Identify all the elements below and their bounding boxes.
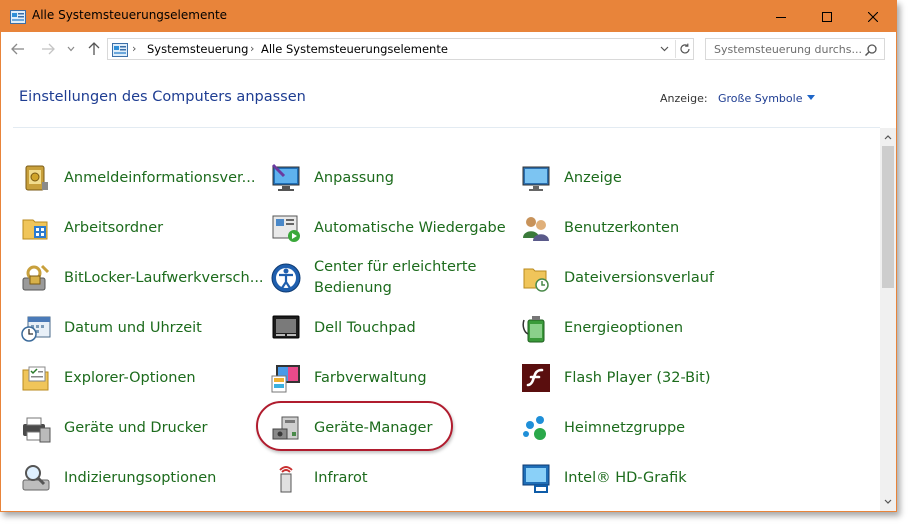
chevron-down-icon bbox=[660, 46, 668, 52]
minimize-icon bbox=[776, 16, 786, 18]
item-label: Datum und Uhrzeit bbox=[64, 319, 202, 336]
explorer-options-icon bbox=[22, 366, 49, 391]
item-label-line2: Bedienung bbox=[314, 280, 392, 296]
item-label: Farbverwaltung bbox=[314, 369, 427, 386]
search-box[interactable] bbox=[705, 38, 885, 60]
item-label: Heimnetzgruppe bbox=[564, 419, 686, 436]
up-button[interactable] bbox=[85, 40, 103, 58]
refresh-icon bbox=[680, 43, 690, 54]
forward-button[interactable] bbox=[39, 40, 57, 58]
maximize-icon bbox=[822, 11, 832, 22]
file-history-icon bbox=[523, 268, 549, 292]
devices-printers-icon bbox=[23, 417, 51, 443]
item-label: Dell Touchpad bbox=[314, 319, 416, 336]
close-button[interactable] bbox=[850, 1, 896, 32]
search-icon[interactable] bbox=[864, 42, 878, 61]
header-divider bbox=[13, 127, 880, 128]
address-history-button[interactable] bbox=[657, 41, 671, 57]
highlight-annotation bbox=[256, 401, 453, 451]
chevron-down-icon bbox=[67, 46, 75, 52]
infrared-icon bbox=[279, 466, 293, 493]
color-management-icon bbox=[271, 365, 300, 393]
breadcrumb-separator[interactable]: › bbox=[250, 42, 254, 55]
address-bar[interactable]: › Systemsteuerung › Alle Systemsteuerung… bbox=[107, 38, 694, 60]
item-label: Explorer-Optionen bbox=[64, 369, 196, 386]
scroll-down-button[interactable] bbox=[880, 493, 896, 509]
forward-arrow-icon bbox=[42, 43, 55, 55]
window-title: Alle Systemsteuerungselemente bbox=[32, 8, 228, 22]
maximize-button[interactable] bbox=[804, 1, 850, 32]
item-label: Arbeitsordner bbox=[64, 219, 164, 236]
item-label: Energieoptionen bbox=[564, 319, 684, 336]
scroll-up-button[interactable] bbox=[880, 129, 896, 145]
ease-of-access-icon bbox=[271, 263, 301, 293]
item-label: Infrarot bbox=[314, 469, 368, 486]
minimize-button[interactable] bbox=[758, 1, 804, 32]
view-mode-dropdown[interactable]: Große Symbole bbox=[718, 92, 816, 105]
item-label: Automatische Wiedergabe bbox=[314, 219, 506, 236]
item-label: Benutzerkonten bbox=[564, 219, 680, 236]
view-mode-value: Große Symbole bbox=[718, 92, 803, 105]
flash-player-icon bbox=[522, 364, 550, 392]
breadcrumb-systemsteuerung[interactable]: Systemsteuerung bbox=[147, 42, 248, 56]
date-time-icon bbox=[21, 316, 51, 342]
recent-locations-button[interactable] bbox=[65, 40, 77, 58]
back-button[interactable] bbox=[9, 40, 27, 58]
autoplay-icon bbox=[272, 215, 300, 242]
bitlocker-icon bbox=[22, 264, 50, 291]
power-options-icon bbox=[522, 316, 545, 343]
user-accounts-icon bbox=[523, 217, 549, 241]
item-label: Anzeige bbox=[564, 169, 622, 186]
close-icon bbox=[868, 11, 878, 22]
breadcrumb-alle-elemente[interactable]: Alle Systemsteuerungselemente bbox=[261, 42, 448, 56]
vertical-scrollbar[interactable] bbox=[880, 128, 896, 511]
personalization-icon bbox=[271, 163, 300, 191]
item-label: Intel® HD-Grafik bbox=[564, 469, 687, 486]
chevron-up-icon bbox=[884, 134, 892, 139]
item-label: Flash Player (32-Bit) bbox=[564, 369, 711, 386]
title-bar[interactable]: Alle Systemsteuerungselemente bbox=[1, 1, 896, 32]
dropdown-arrow-icon bbox=[807, 95, 816, 100]
control-panel-window: Alle Systemsteuerungselemente › Systemst… bbox=[0, 0, 897, 512]
chevron-down-icon bbox=[884, 499, 892, 504]
work-folders-icon bbox=[22, 219, 48, 240]
item-label-line1: Center für erleichterte bbox=[314, 259, 477, 275]
navigation-bar: › Systemsteuerung › Alle Systemsteuerung… bbox=[1, 32, 896, 65]
homegroup-icon bbox=[523, 416, 546, 440]
display-icon bbox=[522, 166, 550, 191]
item-label: Indizierungsoptionen bbox=[64, 469, 217, 486]
breadcrumb-separator[interactable]: › bbox=[132, 42, 136, 55]
scrollbar-thumb[interactable] bbox=[882, 146, 894, 288]
control-panel-icon bbox=[10, 9, 26, 24]
intel-graphics-icon bbox=[522, 464, 550, 493]
view-label: Anzeige: bbox=[660, 92, 708, 105]
item-label: Dateiversionsverlauf bbox=[564, 269, 715, 286]
touchpad-icon bbox=[272, 315, 300, 339]
item-label: Anmeldeinformationsver... bbox=[64, 169, 256, 186]
item-label: Geräte und Drucker bbox=[64, 419, 208, 436]
item-label: BitLocker-Laufwerkversch... bbox=[64, 269, 264, 286]
search-input[interactable] bbox=[706, 39, 864, 59]
up-arrow-icon bbox=[88, 42, 100, 55]
credential-manager-icon bbox=[25, 165, 48, 191]
page-title: Einstellungen des Computers anpassen bbox=[19, 89, 306, 105]
control-panel-icon bbox=[112, 42, 128, 61]
refresh-button[interactable] bbox=[675, 40, 694, 58]
item-label: Anpassung bbox=[314, 169, 394, 186]
indexing-options-icon bbox=[22, 465, 50, 491]
back-arrow-icon bbox=[11, 43, 24, 55]
